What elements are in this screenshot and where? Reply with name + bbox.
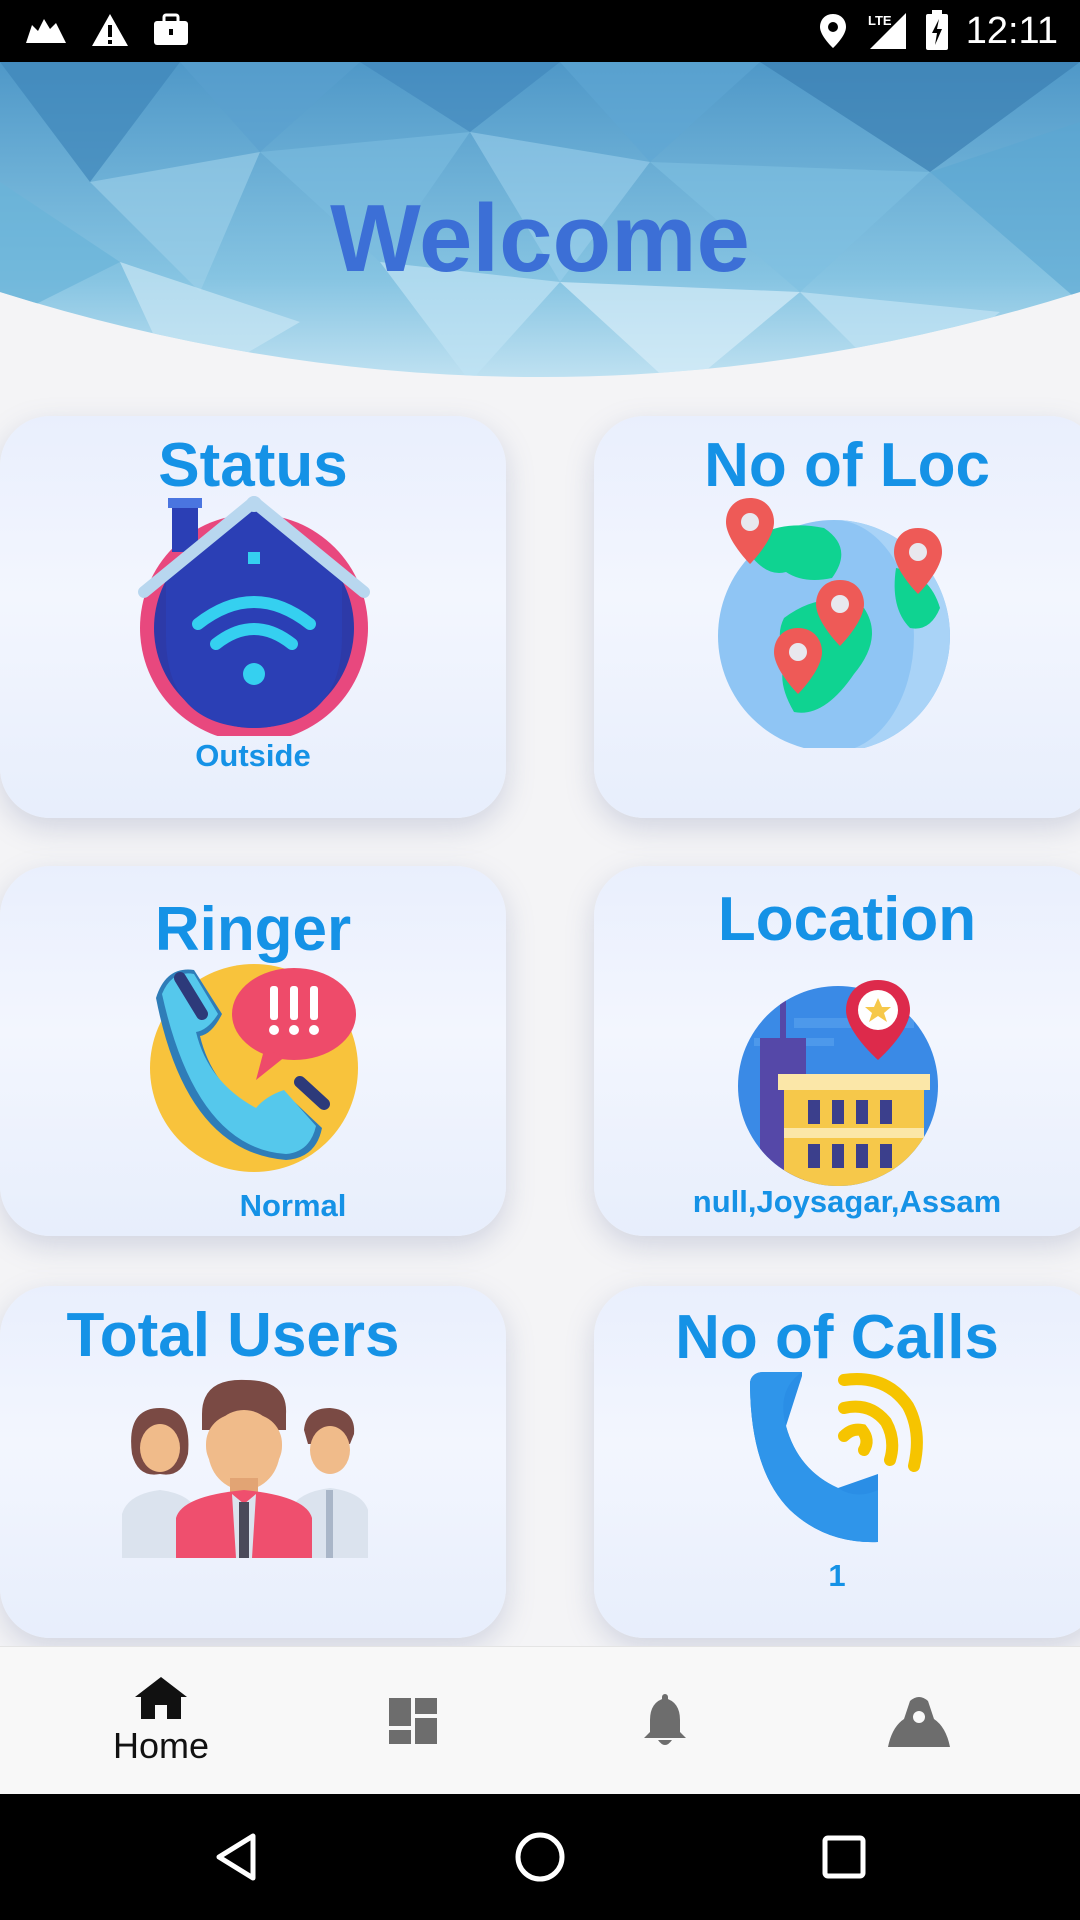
dashboard-icon	[389, 1698, 437, 1744]
nav-profile[interactable]	[794, 1647, 1044, 1795]
nav-dashboard[interactable]	[288, 1647, 538, 1795]
battery-charging-icon	[925, 10, 948, 50]
spy-icon	[888, 1697, 950, 1747]
warning-icon	[92, 14, 128, 46]
smart-home-wifi-icon	[138, 496, 370, 736]
status-card[interactable]: Status Outside	[0, 416, 506, 818]
nav-home[interactable]: Home	[36, 1647, 286, 1795]
globe-pins-icon	[718, 498, 950, 748]
calls-count-title: No of Calls	[675, 1303, 999, 1372]
nav-notifications[interactable]	[540, 1647, 790, 1795]
city-pin-icon	[738, 980, 938, 1186]
clock: 12:11	[965, 9, 1058, 52]
total-users-title: Total Users	[66, 1301, 400, 1370]
cloud-icon	[26, 19, 66, 43]
status-bar: LTE 12:11	[0, 0, 1080, 62]
home-icon	[135, 1677, 187, 1719]
locations-count-card[interactable]: No of Loc	[594, 416, 1080, 818]
location-value: null,Joysagar,Assam	[692, 1184, 1002, 1219]
header-banner: Welcome	[0, 62, 1080, 422]
welcome-title: Welcome	[330, 185, 750, 292]
ringer-card-title: Ringer	[154, 895, 352, 964]
home-system-button[interactable]	[480, 1794, 600, 1920]
location-card-title: Location	[717, 885, 977, 954]
bottom-navigation: Home	[0, 1646, 1080, 1795]
location-pin-icon	[819, 14, 846, 48]
briefcase-icon	[154, 13, 188, 45]
system-navigation-bar	[0, 1794, 1080, 1920]
phone-alert-icon	[150, 964, 358, 1172]
ringer-value: Normal	[239, 1188, 347, 1223]
recents-button[interactable]	[784, 1794, 904, 1920]
bell-icon	[644, 1694, 686, 1745]
home-circle-icon	[515, 1832, 565, 1882]
signal-icon: LTE	[868, 13, 906, 49]
back-button[interactable]	[176, 1794, 296, 1920]
ringer-card[interactable]: Ringer Normal	[0, 866, 506, 1236]
recents-icon	[822, 1835, 866, 1879]
phone-call-icon	[750, 1372, 923, 1543]
location-card[interactable]: Location null,Joysagar,Assam	[594, 866, 1080, 1236]
total-users-card[interactable]: Total Users	[0, 1286, 506, 1638]
users-group-icon	[122, 1379, 368, 1558]
svg-text:LTE: LTE	[868, 13, 892, 28]
status-card-title: Status	[158, 431, 348, 500]
nav-home-label: Home	[112, 1725, 210, 1766]
calls-count-card[interactable]: No of Calls 1	[594, 1286, 1080, 1638]
status-value: Outside	[195, 738, 311, 773]
calls-count-value: 1	[828, 1558, 846, 1593]
back-icon	[216, 1833, 256, 1881]
